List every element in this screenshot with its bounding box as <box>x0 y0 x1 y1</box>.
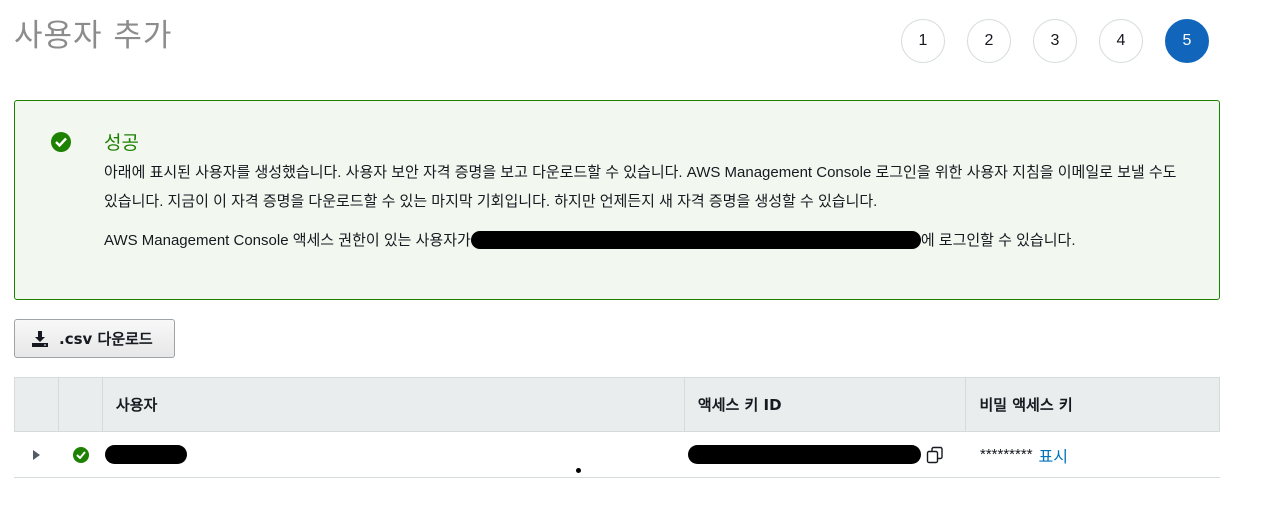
download-csv-label: .csv 다운로드 <box>59 330 153 348</box>
redacted-console-link[interactable] <box>470 230 921 249</box>
stray-dot <box>576 468 581 473</box>
header-expand-col <box>15 378 59 431</box>
redacted-access-key-id <box>688 445 921 464</box>
header-status-col <box>59 378 103 431</box>
step-4[interactable]: 4 <box>1099 19 1143 63</box>
header-access-key-id[interactable]: 액세스 키 ID <box>685 378 967 431</box>
show-secret-link[interactable]: 표시 <box>1039 443 1068 467</box>
users-table: 사용자 액세스 키 ID 비밀 액세스 키 ********* 표시 <box>14 377 1220 478</box>
console-login-suffix: 에 로그인할 수 있습니다. <box>920 232 1076 249</box>
access-key-cell <box>685 432 967 477</box>
check-circle-icon <box>51 132 71 152</box>
caret-right-icon[interactable] <box>33 449 40 460</box>
table-header: 사용자 액세스 키 ID 비밀 액세스 키 <box>14 377 1220 432</box>
download-csv-button[interactable]: .csv 다운로드 <box>14 319 175 358</box>
step-3[interactable]: 3 <box>1033 19 1077 63</box>
step-2[interactable]: 2 <box>967 19 1011 63</box>
step-5[interactable]: 5 <box>1165 19 1209 63</box>
console-login-prefix: AWS Management Console 액세스 권한이 있는 사용자가 <box>104 232 471 249</box>
expand-cell[interactable] <box>14 432 58 477</box>
header-user[interactable]: 사용자 <box>103 378 685 431</box>
download-icon <box>32 330 48 347</box>
secret-key-cell: ********* 표시 <box>967 432 1220 477</box>
user-cell <box>102 432 685 477</box>
alert-title: 성공 <box>104 132 139 154</box>
alert-message: 아래에 표시된 사용자를 생성했습니다. 사용자 보안 자격 증명을 보고 다운… <box>104 164 1177 210</box>
copy-icon[interactable] <box>925 446 945 464</box>
table-row: ********* 표시 <box>14 432 1220 478</box>
header-secret-key[interactable]: 비밀 액세스 키 <box>966 378 1219 431</box>
redacted-username[interactable] <box>105 445 187 464</box>
secret-key-masked: ********* <box>980 446 1033 463</box>
step-1[interactable]: 1 <box>901 19 945 63</box>
success-alert: 성공 아래에 표시된 사용자를 생성했습니다. 사용자 보안 자격 증명을 보고… <box>14 100 1220 300</box>
console-login-line: AWS Management Console 액세스 권한이 있는 사용자가 에 … <box>104 229 1075 250</box>
status-cell <box>58 432 102 477</box>
wizard-steps: 1 2 3 4 5 <box>901 19 1231 63</box>
check-circle-icon <box>73 446 89 463</box>
page-title: 사용자 추가 <box>14 18 173 54</box>
